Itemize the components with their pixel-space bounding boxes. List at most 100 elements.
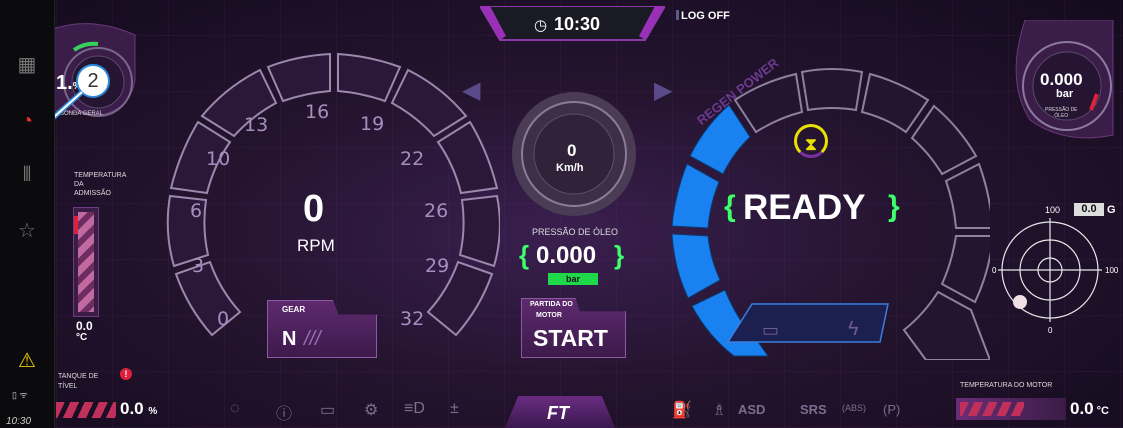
rpm-tick-0: 0 — [217, 308, 230, 330]
indicator-engine-icon: ⚙ — [364, 402, 379, 419]
header-time: 10:30 — [554, 14, 601, 34]
hourglass-glyph: ⧗ — [804, 134, 818, 154]
g-unit: G — [1107, 204, 1116, 216]
rpm-tick-16: 16 — [305, 101, 330, 123]
indicator-seatbelt-icon: ♗ — [712, 402, 727, 419]
rpm-tick-6: 6 — [190, 200, 203, 222]
start-label-top: PARTIDA DO — [530, 301, 573, 308]
rpm-tick-32: 32 — [400, 308, 425, 330]
gear-slashes: /// — [304, 328, 321, 350]
left-turn-arrow-icon: ◀ — [462, 77, 481, 104]
rpm-tick-26: 26 — [424, 200, 449, 222]
center-logo-plate: FT — [505, 396, 615, 428]
ready-bracket-right: } — [888, 190, 900, 223]
logoff-label: LOG OFF — [681, 10, 730, 22]
speed-value: 0 — [567, 141, 577, 160]
engine-temp-bar — [956, 398, 1066, 420]
g-meter-left-label: 0 — [992, 266, 997, 275]
fuel-bar — [56, 402, 116, 418]
start-engine-button[interactable]: PARTIDA DO MOTOR START — [521, 298, 626, 358]
right-oil-pressure-value: 0.000 — [1040, 70, 1083, 89]
intake-temp-bar-marker — [74, 216, 78, 234]
intake-temp-bar — [73, 207, 99, 317]
g-value: 0.0 — [1081, 203, 1097, 215]
engine-temp-value: 0.0 °C — [1070, 399, 1109, 419]
clock-icon: ◷ — [534, 17, 548, 34]
right-oil-pressure-unit: bar — [1056, 88, 1074, 100]
indicator-srs: SRS — [800, 402, 827, 417]
g-meter-bottom-label: 0 — [1048, 326, 1053, 335]
sidebar: ▦ ◔ ⦀ ☆ ⚠ ▯ ᯤ 10:30 — [0, 0, 55, 428]
star-icon[interactable]: ☆ — [14, 218, 40, 244]
logoff-indicator — [676, 10, 679, 20]
hourglass-icon: ⧗ — [794, 124, 828, 158]
rpm-label: RPM — [297, 236, 335, 255]
intake-temp-label-3: ADMISSÃO — [74, 190, 111, 197]
center-oil-pressure-bracket-right: } — [614, 240, 625, 270]
status-bar-icons: ▯ ᯤ — [12, 390, 28, 400]
intake-temp-unit: °C — [76, 332, 88, 343]
rpm-value: 0 — [303, 188, 325, 230]
indicator-light-bulb-icon: ◌ — [230, 400, 240, 417]
rpm-tick-10: 10 — [206, 148, 231, 170]
center-oil-pressure-label: PRESSÃO DE ÓLEO — [532, 227, 619, 237]
g-meter — [998, 218, 1102, 322]
fuel-number: 0.0 — [120, 399, 144, 418]
fuel-warning-icon: ! — [120, 368, 132, 380]
intake-temp-value: 0.0 °C — [76, 320, 93, 344]
rpm-tick-29: 29 — [425, 255, 450, 277]
rpm-tick-19: 19 — [360, 113, 385, 135]
intake-temp-label: TEMPERATURA DA ADMISSÃO — [74, 171, 126, 198]
rpm-tick-13: 13 — [244, 114, 269, 136]
center-oil-pressure-unit: bar — [565, 274, 580, 284]
intake-temp-label-1: TEMPERATURA — [74, 172, 127, 179]
fuel-value: 0.0 % — [120, 399, 157, 419]
fuel-label-2: TÍVEL — [58, 383, 78, 390]
g-meter-top-label: 100 — [1045, 205, 1061, 215]
gear-label: GEAR — [282, 305, 306, 314]
center-oil-pressure-unit-badge: bar — [548, 273, 598, 285]
g-value-badge: 0.0 — [1074, 203, 1104, 216]
indicator-battery-icon: ± — [450, 400, 459, 417]
indicator-parking: (P) — [883, 402, 901, 417]
rpm-tick-3: 3 — [192, 255, 205, 277]
center-oil-pressure-bracket-left: { — [519, 240, 530, 270]
rpm-tick-22: 22 — [400, 148, 425, 170]
speed-unit: Km/h — [556, 162, 584, 174]
indicator-headlight-icon: ≡D — [404, 400, 425, 417]
status-time: 10:30 — [6, 416, 32, 427]
indicator-asd: ASD — [738, 402, 766, 417]
engine-temp-label: TEMPERATURA DO MOTOR — [960, 382, 1053, 389]
logoff-button[interactable]: LOG OFF — [676, 10, 730, 22]
grid-icon[interactable]: ▦ — [14, 52, 40, 78]
intake-temp-bar-fill — [78, 212, 94, 312]
right-oil-pressure-label: PRESSÃO DE ÓLEO — [1045, 107, 1078, 119]
warning-icon[interactable]: ⚠ — [14, 348, 40, 374]
engine-temp-number: 0.0 — [1070, 399, 1094, 418]
center-oil-pressure-value: 0.000 — [536, 242, 597, 269]
intake-temp-number: 0.0 — [76, 319, 93, 333]
engine-temp-bar-fill — [960, 402, 1024, 416]
gauge-icon[interactable]: ◔ — [14, 108, 40, 134]
start-value: START — [533, 325, 608, 351]
indicator-brake-icon: ⓘ — [276, 406, 293, 423]
fuel-label-1: TANQUE DE — [58, 373, 99, 380]
bars-icon[interactable]: ⦀ — [14, 162, 40, 188]
engine-temp-unit: °C — [1096, 405, 1109, 417]
indicator-abs: (ABS) — [842, 403, 867, 413]
intake-temp-label-2: DA — [74, 181, 84, 188]
lightning-icon: ϟ — [848, 318, 859, 340]
battery-icon: ▭ — [762, 320, 780, 340]
gear-value: N — [282, 328, 297, 350]
start-label-bottom: MOTOR — [536, 312, 562, 319]
dashboard-screen: ◷ 10:30 LOG OFF 1.% SONDA GERAL 2 TEMPER… — [0, 0, 1123, 428]
ready-bracket-left: { — [724, 190, 736, 223]
g-meter-right-label: 100 — [1105, 266, 1119, 275]
brand-logo: FT — [547, 403, 569, 423]
top-header: ◷ 10:30 — [480, 6, 665, 42]
indicator-coolant-icon: ▭ — [320, 402, 336, 419]
fuel-label: TANQUE DE TÍVEL — [58, 372, 98, 392]
ready-status: READY — [743, 188, 866, 227]
fuel-unit: % — [148, 406, 158, 417]
right-oil-pressure-label-2: ÓLEO — [1054, 113, 1069, 119]
